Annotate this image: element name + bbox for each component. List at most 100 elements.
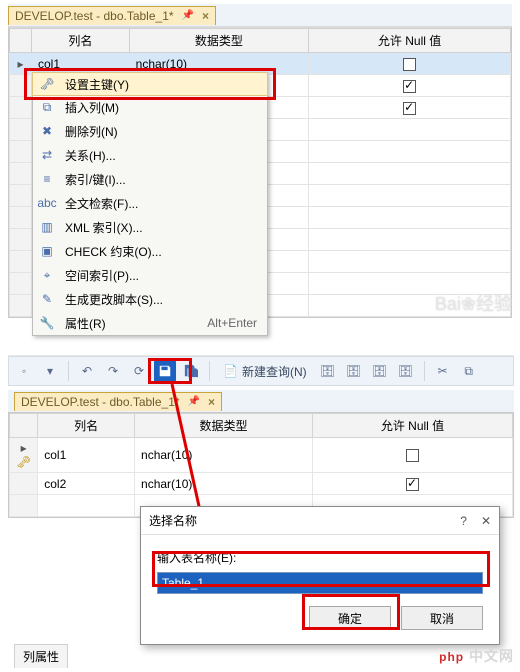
key-icon: 🗝: [37, 77, 57, 91]
menu-label: CHECK 约束(O)...: [65, 243, 162, 260]
db-dax-icon[interactable]: 🗄: [395, 360, 417, 382]
menu-label: 关系(H)...: [65, 147, 116, 164]
menu-label: 属性(R): [65, 315, 106, 332]
menu-label: 插入列(M): [65, 99, 119, 116]
relation-icon: ⇄: [37, 148, 57, 162]
hdr-name: 列名: [38, 414, 135, 438]
menu-label: 索引/键(I)...: [65, 171, 126, 188]
ok-button[interactable]: 确定: [309, 606, 391, 630]
row-indicator-icon: ▸: [10, 53, 32, 75]
index-icon: ≡: [37, 172, 57, 186]
hdr-null: 允许 Null 值: [309, 29, 511, 53]
save-all-icon[interactable]: [180, 360, 202, 382]
cell-type[interactable]: nchar(10): [135, 473, 313, 495]
dialog-titlebar[interactable]: 选择名称 ? ✕: [141, 507, 499, 535]
menu-set-primary-key[interactable]: 🗝 设置主键(Y): [32, 72, 268, 96]
checkbox-icon[interactable]: [406, 478, 419, 491]
cancel-button[interactable]: 取消: [401, 606, 483, 630]
db-dmx-icon[interactable]: 🗄: [343, 360, 365, 382]
menu-delete-column[interactable]: ✖ 删除列(N): [33, 119, 267, 143]
menu-insert-column[interactable]: ⧉ 插入列(M): [33, 95, 267, 119]
menu-label: XML 索引(X)...: [65, 219, 143, 236]
spatial-icon: ⌖: [37, 268, 57, 283]
cell-name[interactable]: col1: [38, 438, 135, 473]
pin-icon[interactable]: 📌: [182, 10, 194, 21]
menu-label: 全文检索(F)...: [65, 195, 138, 212]
refresh-icon[interactable]: ⟳: [128, 360, 150, 382]
table-row[interactable]: ▸🗝 col1 nchar(10): [10, 438, 513, 473]
hdr-null: 允许 Null 值: [312, 414, 512, 438]
copy-icon[interactable]: ⧉: [458, 360, 480, 382]
menu-generate-scripts[interactable]: ✎ 生成更改脚本(S)...: [33, 287, 267, 311]
delete-icon: ✖: [37, 124, 57, 138]
menu-xml-index[interactable]: ▥ XML 索引(X)...: [33, 215, 267, 239]
dialog-title: 选择名称: [149, 512, 197, 529]
nav-back-icon[interactable]: ◦: [13, 360, 35, 382]
choose-name-dialog: 选择名称 ? ✕ 输入表名称(E): 确定 取消: [140, 506, 500, 645]
cut-icon[interactable]: ✂: [432, 360, 454, 382]
hdr-type: 数据类型: [129, 29, 309, 53]
brand-watermark: php php 中文网中文网: [439, 646, 514, 666]
columns-grid: 列名 数据类型 允许 Null 值 ▸🗝 col1 nchar(10) col2…: [8, 412, 514, 518]
xml-icon: ▥: [37, 220, 57, 234]
fulltext-icon: abc: [37, 196, 57, 210]
hdr-name: 列名: [32, 29, 130, 53]
designer-tab[interactable]: DEVELOP.test - dbo.Table_1* 📌 ×: [14, 392, 222, 411]
new-query-icon: 📄: [223, 364, 238, 378]
tab-title: DEVELOP.test - dbo.Table_1*: [21, 395, 180, 409]
cell-null[interactable]: [312, 473, 512, 495]
close-icon[interactable]: ✕: [481, 514, 491, 528]
close-icon[interactable]: ×: [208, 395, 215, 409]
checkbox-icon[interactable]: [403, 80, 416, 93]
nav-fwd-icon[interactable]: ▾: [39, 360, 61, 382]
wrench-icon: 🔧: [37, 316, 57, 330]
check-icon: ▣: [37, 244, 57, 258]
menu-properties[interactable]: 🔧 属性(R) Alt+Enter: [33, 311, 267, 335]
menu-indexes-keys[interactable]: ≡ 索引/键(I)...: [33, 167, 267, 191]
grid-header: 列名 数据类型 允许 Null 值: [10, 414, 513, 438]
new-query-label: 新建查询(N): [242, 363, 307, 380]
designer-tab[interactable]: DEVELOP.test - dbo.Table_1* 📌 ×: [8, 6, 216, 25]
help-icon[interactable]: ?: [460, 514, 467, 528]
grid-header: 列名 数据类型 允许 Null 值: [10, 29, 511, 53]
input-label: 输入表名称(E):: [157, 549, 483, 566]
menu-relationships[interactable]: ⇄ 关系(H)...: [33, 143, 267, 167]
checkbox-icon[interactable]: [403, 102, 416, 115]
save-button[interactable]: [154, 360, 176, 382]
context-menu: 🗝 设置主键(Y) ⧉ 插入列(M) ✖ 删除列(N) ⇄ 关系(H)... ≡…: [32, 72, 268, 336]
tab-strip: DEVELOP.test - dbo.Table_1* 📌 ×: [8, 390, 514, 412]
menu-check-constraint[interactable]: ▣ CHECK 约束(O)...: [33, 239, 267, 263]
db-xmla-icon[interactable]: 🗄: [369, 360, 391, 382]
menu-spatial-index[interactable]: ⌖ 空间索引(P)...: [33, 263, 267, 287]
cell-null[interactable]: [312, 438, 512, 473]
new-query-button[interactable]: 📄 新建查询(N): [217, 360, 313, 382]
menu-label: 生成更改脚本(S)...: [65, 291, 163, 308]
cell-null[interactable]: [309, 53, 511, 75]
menu-label: 设置主键(Y): [65, 76, 129, 93]
tab-strip: DEVELOP.test - dbo.Table_1* 📌 ×: [8, 4, 512, 26]
menu-fulltext-index[interactable]: abc 全文检索(F)...: [33, 191, 267, 215]
redo-icon[interactable]: ↷: [102, 360, 124, 382]
insert-icon: ⧉: [37, 100, 57, 115]
close-icon[interactable]: ×: [202, 9, 209, 23]
menu-label: 空间索引(P)...: [65, 267, 139, 284]
menu-label: 删除列(N): [65, 123, 118, 140]
save-icon: [158, 364, 172, 378]
hdr-type: 数据类型: [135, 414, 313, 438]
toolbar: ◦ ▾ ↶ ↷ ⟳ 📄 新建查询(N) 🗄 🗄 🗄 🗄 ✂ ⧉: [8, 356, 514, 386]
db-mdx-icon[interactable]: 🗄: [317, 360, 339, 382]
primary-key-icon: 🗝: [16, 455, 31, 469]
cell-type[interactable]: nchar(10): [135, 438, 313, 473]
tab-title: DEVELOP.test - dbo.Table_1*: [15, 9, 174, 23]
undo-icon[interactable]: ↶: [76, 360, 98, 382]
menu-shortcut: Alt+Enter: [207, 316, 257, 330]
table-name-input[interactable]: [157, 572, 483, 594]
row-indicator-icon: ▸🗝: [10, 438, 38, 473]
script-icon: ✎: [37, 292, 57, 306]
pin-icon[interactable]: 📌: [188, 396, 200, 407]
table-row[interactable]: col2 nchar(10): [10, 473, 513, 495]
column-properties-header[interactable]: 列属性: [14, 644, 68, 668]
cell-name[interactable]: col2: [38, 473, 135, 495]
checkbox-icon[interactable]: [403, 58, 416, 71]
checkbox-icon[interactable]: [406, 449, 419, 462]
